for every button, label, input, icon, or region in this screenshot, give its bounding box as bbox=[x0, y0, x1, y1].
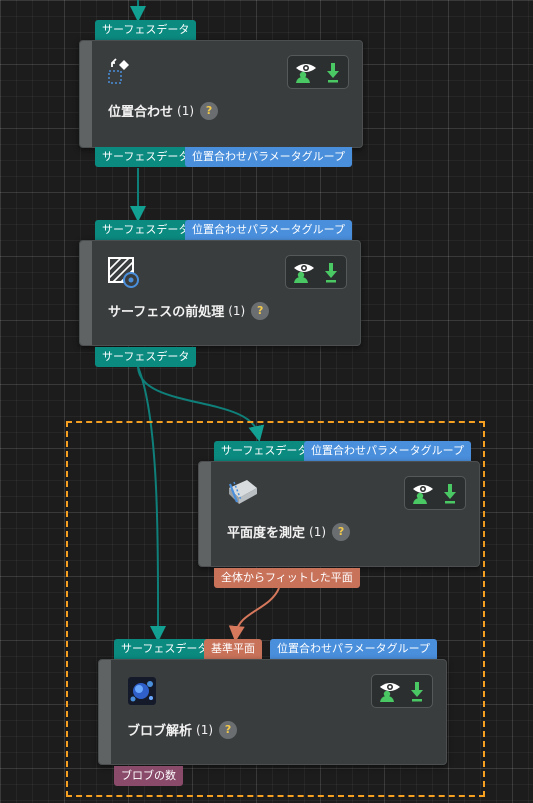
node-blob-analysis[interactable]: ブロブ解析 (1) ? bbox=[98, 659, 447, 765]
input-port-surface[interactable]: サーフェスデータ bbox=[114, 639, 216, 659]
output-port-surface[interactable]: サーフェスデータ bbox=[95, 147, 197, 167]
node-controls bbox=[287, 55, 349, 89]
node-count: (1) bbox=[177, 103, 195, 118]
download-arrow-icon[interactable] bbox=[323, 261, 339, 283]
node-controls bbox=[404, 476, 466, 510]
node-grip[interactable] bbox=[199, 462, 211, 566]
node-controls bbox=[285, 255, 347, 289]
eye-person-icon[interactable] bbox=[294, 61, 318, 83]
help-icon[interactable]: ? bbox=[332, 522, 351, 541]
input-port-align-params[interactable]: 位置合わせパラメータグループ bbox=[185, 220, 353, 240]
output-port-align-params[interactable]: 位置合わせパラメータグループ bbox=[185, 147, 353, 167]
download-arrow-icon[interactable] bbox=[325, 61, 341, 83]
help-icon[interactable]: ? bbox=[251, 301, 270, 320]
flatness-icon bbox=[228, 480, 257, 504]
node-title: サーフェスの前処理 (1) ? bbox=[108, 301, 270, 320]
download-arrow-icon[interactable] bbox=[409, 680, 425, 702]
node-measure-flatness[interactable]: 平面度を測定 (1) ? bbox=[198, 461, 480, 567]
node-title: 平面度を測定 (1) ? bbox=[227, 522, 351, 541]
input-port-surface[interactable]: サーフェスデータ bbox=[95, 20, 197, 40]
help-icon[interactable]: ? bbox=[219, 720, 238, 739]
input-port-align-params[interactable]: 位置合わせパラメータグループ bbox=[304, 441, 472, 461]
node-title: 位置合わせ (1) ? bbox=[108, 101, 219, 120]
node-grip[interactable] bbox=[80, 41, 92, 147]
node-grip[interactable] bbox=[99, 660, 111, 764]
eye-person-icon[interactable] bbox=[411, 482, 435, 504]
blob-icon bbox=[128, 677, 156, 705]
input-port-align-params[interactable]: 位置合わせパラメータグループ bbox=[270, 639, 438, 659]
surface-preprocess-icon bbox=[108, 257, 139, 288]
help-icon[interactable]: ? bbox=[200, 101, 219, 120]
eye-person-icon[interactable] bbox=[292, 261, 316, 283]
node-count: (1) bbox=[309, 524, 327, 539]
input-port-surface[interactable]: サーフェスデータ bbox=[214, 441, 316, 461]
output-port-fitted-plane[interactable]: 全体からフィットした平面 bbox=[214, 568, 360, 588]
align-icon bbox=[108, 58, 129, 84]
output-port-surface[interactable]: サーフェスデータ bbox=[95, 347, 197, 367]
node-title: ブロブ解析 (1) ? bbox=[127, 720, 238, 739]
node-count: (1) bbox=[196, 722, 214, 737]
output-port-blob-count[interactable]: ブロブの数 bbox=[114, 766, 183, 786]
node-title-text: 平面度を測定 bbox=[227, 526, 306, 541]
download-arrow-icon[interactable] bbox=[442, 482, 458, 504]
node-grip[interactable] bbox=[80, 241, 92, 345]
input-port-surface[interactable]: サーフェスデータ bbox=[95, 220, 197, 240]
node-count: (1) bbox=[228, 303, 246, 318]
node-controls bbox=[371, 674, 433, 708]
node-align[interactable]: 位置合わせ (1) ? bbox=[79, 40, 363, 148]
eye-person-icon[interactable] bbox=[378, 680, 402, 702]
node-title-text: 位置合わせ bbox=[108, 105, 174, 120]
node-title-text: ブロブ解析 bbox=[127, 724, 193, 739]
node-surface-preprocess[interactable]: サーフェスの前処理 (1) ? bbox=[79, 240, 361, 346]
input-port-reference-plane[interactable]: 基準平面 bbox=[204, 639, 262, 659]
node-title-text: サーフェスの前処理 bbox=[108, 305, 225, 320]
